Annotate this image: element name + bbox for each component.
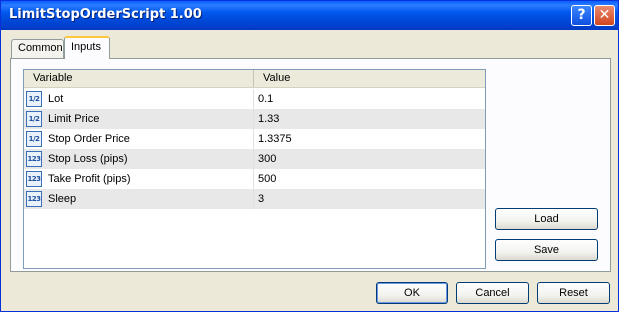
variable-cell: 123 Sleep — [24, 189, 254, 209]
close-button[interactable]: ✕ — [594, 5, 615, 26]
column-header-variable[interactable]: Variable — [24, 70, 254, 87]
window-title: LimitStopOrderScript 1.00 — [9, 7, 202, 22]
table-row[interactable]: 123 Stop Loss (pips) 300 — [24, 149, 485, 169]
value-cell[interactable]: 0.1 — [254, 89, 485, 109]
integer-icon: 123 — [26, 151, 42, 167]
inputs-list[interactable]: Variable Value 1/2 Lot 0.1 1/2 Limit Pri… — [23, 69, 486, 269]
table-row[interactable]: 1/2 Stop Order Price 1.3375 — [24, 129, 485, 149]
variable-name: Lot — [48, 93, 64, 105]
help-button[interactable]: ? — [571, 5, 592, 26]
save-button[interactable]: Save — [495, 239, 598, 261]
table-row[interactable]: 123 Sleep 3 — [24, 189, 485, 209]
fraction-icon: 1/2 — [26, 91, 42, 107]
fraction-icon: 1/2 — [26, 111, 42, 127]
variable-cell: 1/2 Limit Price — [24, 109, 254, 129]
variable-name: Stop Loss (pips) — [48, 153, 128, 165]
variable-cell: 123 Take Profit (pips) — [24, 169, 254, 189]
variable-cell: 1/2 Lot — [24, 89, 254, 109]
list-rows: 1/2 Lot 0.1 1/2 Limit Price 1.33 1/2 Sto — [24, 89, 485, 209]
table-row[interactable]: 123 Take Profit (pips) 500 — [24, 169, 485, 189]
variable-cell: 123 Stop Loss (pips) — [24, 149, 254, 169]
table-row[interactable]: 1/2 Lot 0.1 — [24, 89, 485, 109]
value-cell[interactable]: 500 — [254, 169, 485, 189]
value-cell[interactable]: 1.3375 — [254, 129, 485, 149]
integer-icon: 123 — [26, 171, 42, 187]
title-bar[interactable]: LimitStopOrderScript 1.00 ? ✕ — [1, 1, 618, 30]
table-row[interactable]: 1/2 Limit Price 1.33 — [24, 109, 485, 129]
tab-common[interactable]: Common — [11, 39, 64, 58]
value-cell[interactable]: 3 — [254, 189, 485, 209]
variable-name: Sleep — [48, 193, 77, 205]
integer-icon: 123 — [26, 191, 42, 207]
value-cell[interactable]: 300 — [254, 149, 485, 169]
variable-name: Stop Order Price — [48, 133, 130, 145]
variable-name: Take Profit (pips) — [48, 173, 131, 185]
load-button[interactable]: Load — [495, 208, 598, 230]
fraction-icon: 1/2 — [26, 131, 42, 147]
variable-name: Limit Price — [48, 113, 100, 125]
tab-inputs[interactable]: Inputs — [64, 36, 110, 59]
column-header-value[interactable]: Value — [254, 70, 485, 87]
list-header: Variable Value — [24, 70, 485, 88]
reset-button[interactable]: Reset — [537, 282, 610, 304]
dialog-window: LimitStopOrderScript 1.00 ? ✕ Common Inp… — [0, 0, 619, 312]
variable-cell: 1/2 Stop Order Price — [24, 129, 254, 149]
cancel-button[interactable]: Cancel — [456, 282, 529, 304]
ok-button[interactable]: OK — [376, 282, 448, 304]
value-cell[interactable]: 1.33 — [254, 109, 485, 129]
